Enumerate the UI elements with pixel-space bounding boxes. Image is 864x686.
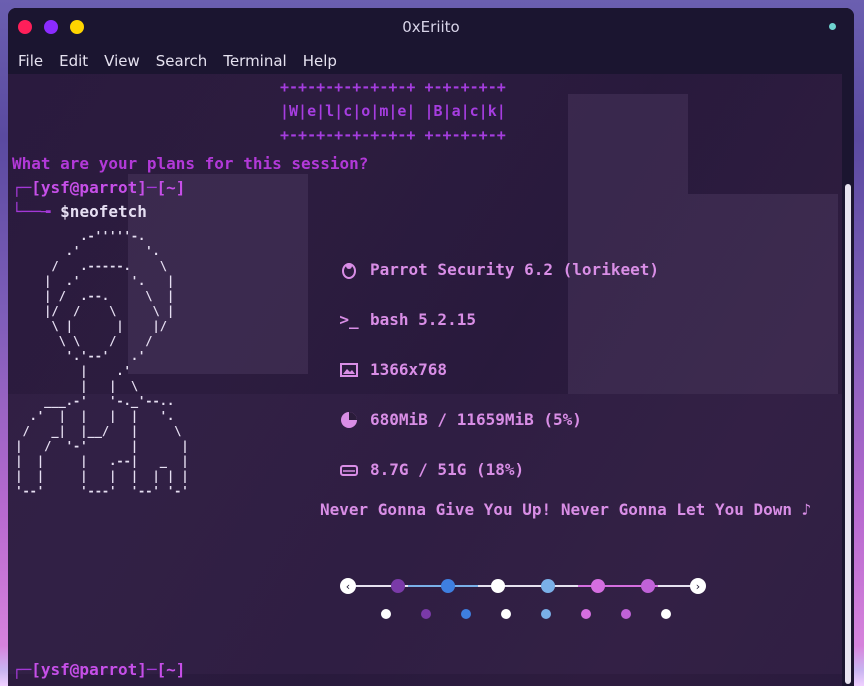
- palette-dot-3: [461, 609, 471, 619]
- palette-dot-4: [501, 609, 511, 619]
- scrollbar-thumb[interactable]: [845, 184, 851, 684]
- terminal-output[interactable]: +-+-+-+-+-+-+-+ +-+-+-+-+ |W|e|l|c|o|m|e…: [8, 74, 842, 686]
- scrollbar[interactable]: [842, 74, 854, 686]
- marker-6: [641, 579, 655, 593]
- prompt-line-2: ┌─[ysf@parrot]─[~]: [12, 660, 186, 679]
- disk-value: 8.7G / 51G (18%): [370, 460, 525, 479]
- session-question: What are your plans for this session?: [12, 154, 369, 173]
- marker-1: [391, 579, 405, 593]
- palette-dot-1: [381, 609, 391, 619]
- palette-dot-2: [421, 609, 431, 619]
- menu-search[interactable]: Search: [156, 52, 208, 70]
- os-value: Parrot Security 6.2 (lorikeet): [370, 260, 659, 279]
- title-bar[interactable]: 0xEriito: [8, 8, 854, 48]
- banner-bottom: +-+-+-+-+-+-+-+ +-+-+-+-+: [280, 126, 506, 144]
- media-progress: ‹ ›: [340, 578, 706, 619]
- marker-5: [591, 579, 605, 593]
- prompt2-user: [ysf@parrot]: [31, 660, 147, 679]
- command-text: $neofetch: [60, 202, 147, 221]
- svg-text:›: ›: [696, 580, 700, 593]
- window-title: 0xEriito: [402, 18, 460, 36]
- shell-value: bash 5.2.15: [370, 310, 476, 329]
- prompt-line-1: ┌─[ysf@parrot]─[~]: [12, 178, 186, 197]
- info-disk: 8.7G / 51G (18%): [340, 460, 524, 479]
- banner-text: |W|e|l|c|o|m|e| |B|a|c|k|: [280, 102, 506, 120]
- info-os: Parrot Security 6.2 (lorikeet): [340, 260, 659, 279]
- info-resolution: 1366x768: [340, 360, 447, 379]
- info-memory: 680MiB / 11659MiB (5%): [340, 410, 582, 429]
- prompt2-dir: [~]: [156, 660, 186, 679]
- terminal-prompt-icon: >_: [339, 310, 359, 329]
- banner-top: +-+-+-+-+-+-+-+ +-+-+-+-+: [280, 78, 506, 96]
- song-line: Never Gonna Give You Up! Never Gonna Let…: [320, 500, 812, 519]
- palette-dot-8: [661, 609, 671, 619]
- menu-edit[interactable]: Edit: [59, 52, 88, 70]
- svg-text:‹: ‹: [346, 580, 350, 593]
- status-indicator: [829, 23, 836, 30]
- drive-icon: [340, 461, 358, 479]
- linux-penguin-icon: [340, 261, 358, 279]
- marker-4: [541, 579, 555, 593]
- info-shell: >_ bash 5.2.15: [339, 310, 476, 329]
- resolution-value: 1366x768: [370, 360, 448, 379]
- menu-bar: File Edit View Search Terminal Help: [8, 48, 854, 74]
- menu-help[interactable]: Help: [303, 52, 337, 70]
- palette-dot-7: [621, 609, 631, 619]
- image-icon: [340, 361, 358, 379]
- memory-value: 680MiB / 11659MiB (5%): [370, 410, 582, 429]
- command-line: └──╼ $neofetch: [12, 202, 147, 221]
- parrot-ascii-logo: .-'''''-. .' '. / .-----. \ | .' '. | | …: [15, 229, 189, 498]
- marker-2: [441, 579, 455, 593]
- marker-3: [491, 579, 505, 593]
- menu-view[interactable]: View: [104, 52, 140, 70]
- terminal-window: 0xEriito File Edit View Search Terminal …: [8, 8, 854, 686]
- menu-terminal[interactable]: Terminal: [223, 52, 286, 70]
- prompt-dir: [~]: [156, 178, 186, 197]
- palette-dot-6: [581, 609, 591, 619]
- prompt-user: [ysf@parrot]: [31, 178, 147, 197]
- pie-chart-icon: [340, 411, 358, 429]
- palette-dot-5: [541, 609, 551, 619]
- menu-file[interactable]: File: [18, 52, 43, 70]
